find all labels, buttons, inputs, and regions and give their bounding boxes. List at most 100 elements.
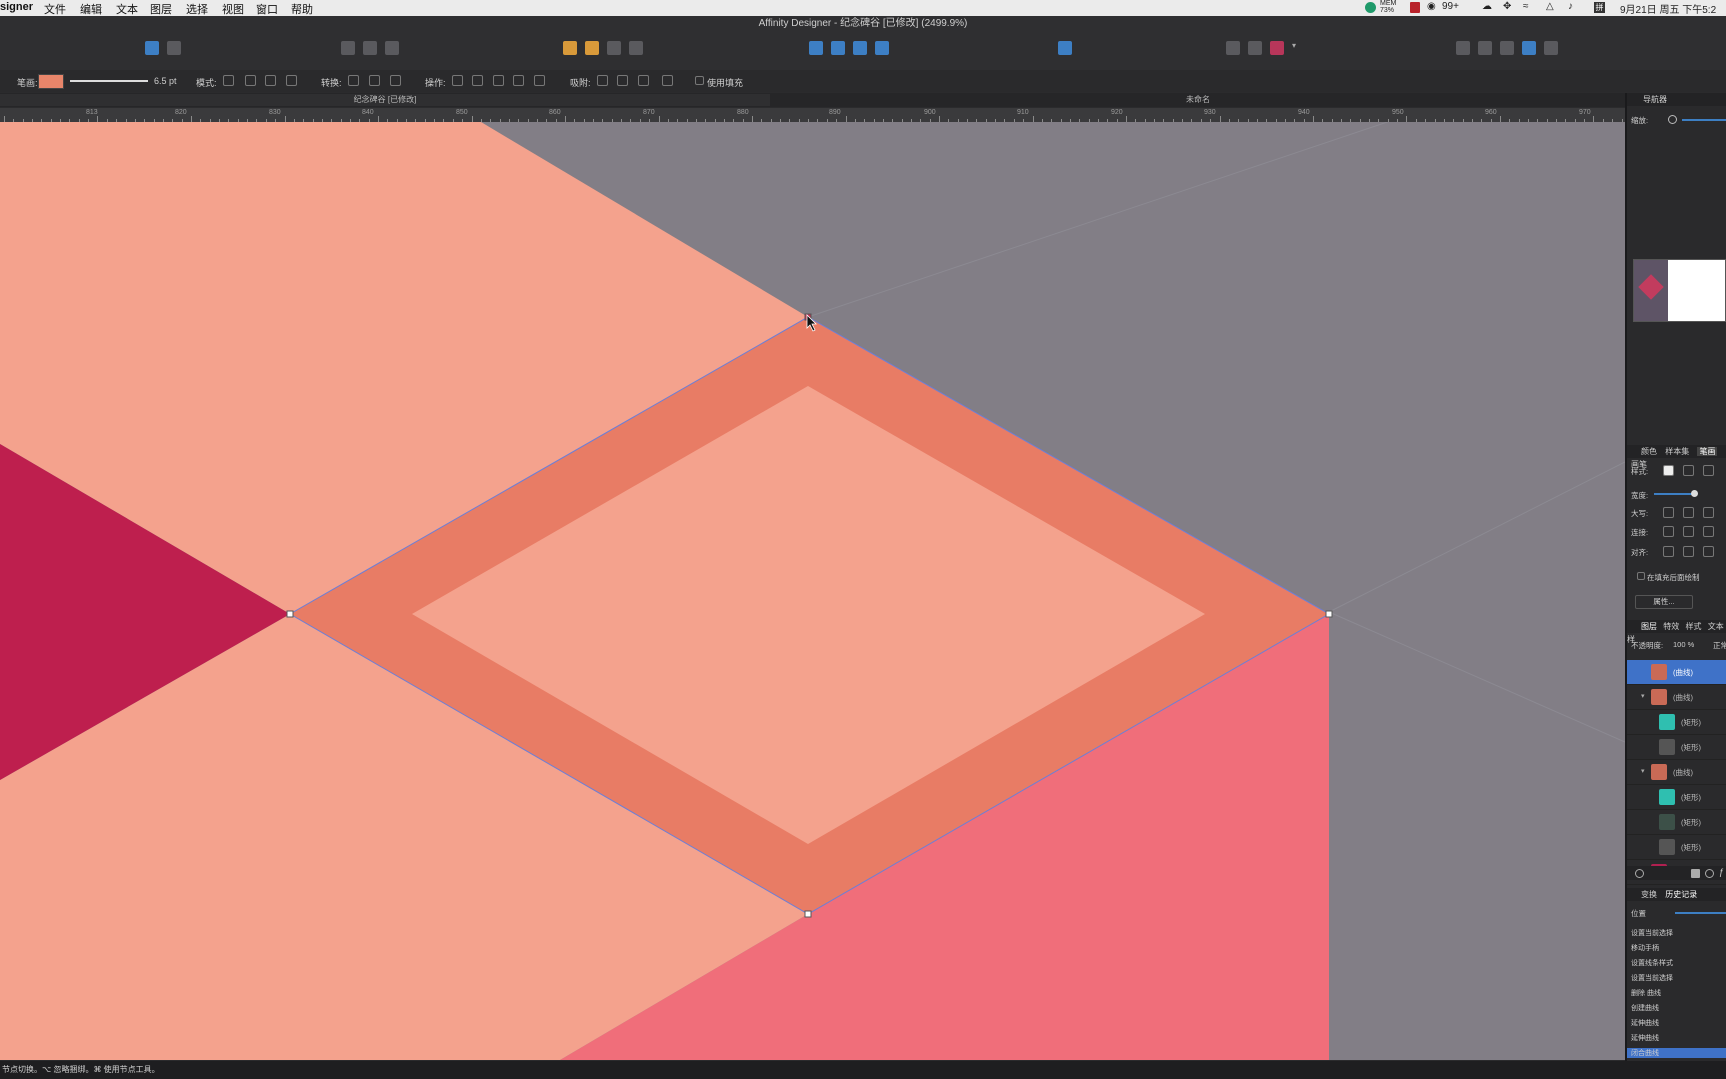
history-item[interactable]: 延伸曲线 — [1631, 1033, 1659, 1043]
opacity-value[interactable]: 100 % — [1673, 640, 1694, 649]
menu-edit[interactable]: 编辑 — [80, 1, 102, 17]
boolean-add-icon[interactable] — [1456, 41, 1470, 55]
layer-row[interactable]: ▾ (曲线) — [1627, 760, 1726, 785]
menu-file[interactable]: 文件 — [44, 1, 66, 17]
mode-smooth-icon[interactable] — [245, 75, 256, 86]
join-round-icon[interactable] — [1683, 526, 1694, 537]
properties-button[interactable]: 属性... — [1635, 595, 1693, 609]
cap-square-icon[interactable] — [1703, 507, 1714, 518]
view-mode-1-icon[interactable] — [341, 41, 355, 55]
convert-smart-icon[interactable] — [390, 75, 401, 86]
tab-layers[interactable]: 图层 — [1641, 622, 1657, 631]
tab-swatches[interactable]: 样本集 — [1665, 447, 1689, 456]
wechat-icon[interactable]: ◉ — [1427, 1, 1436, 12]
expand-icon[interactable]: ▾ — [1641, 767, 1645, 775]
tab-effects[interactable]: 特效 — [1663, 622, 1679, 631]
stroke-width-value[interactable]: 6.5 pt — [154, 76, 177, 86]
mode-line-icon[interactable] — [286, 75, 297, 86]
cloud-icon[interactable]: ☁ — [1482, 1, 1492, 12]
designer-persona-icon[interactable] — [145, 41, 159, 55]
menu-select[interactable]: 选择 — [186, 1, 208, 17]
style-none-icon[interactable] — [1663, 465, 1674, 476]
layer-row[interactable]: (曲线) — [1627, 660, 1726, 685]
width-slider-knob[interactable] — [1691, 490, 1698, 497]
history-item[interactable]: 删除 曲线 — [1631, 988, 1661, 998]
history-item[interactable]: 设置当前选择 — [1631, 928, 1673, 938]
action-smooth-icon[interactable] — [493, 75, 504, 86]
layer-row[interactable]: (矩形) — [1627, 835, 1726, 860]
action-reverse-icon[interactable] — [534, 75, 545, 86]
history-item[interactable]: 设置当前选择 — [1631, 973, 1673, 983]
expand-icon[interactable]: ▾ — [1641, 692, 1645, 700]
flip-horizontal-icon[interactable] — [809, 41, 823, 55]
layer-row[interactable]: (矩形) — [1627, 810, 1726, 835]
style-dashed-icon[interactable] — [1703, 465, 1714, 476]
history-item[interactable]: 延伸曲线 — [1631, 1018, 1659, 1028]
red-app-icon[interactable] — [1410, 2, 1420, 13]
tab-stroke[interactable]: 笔画 — [1697, 447, 1718, 456]
snap-4-icon[interactable] — [662, 75, 673, 86]
flip-vertical-icon[interactable] — [831, 41, 845, 55]
input-method-icon[interactable]: 拼 — [1594, 2, 1605, 13]
layer-row[interactable]: (矩形) — [1627, 735, 1726, 760]
snap-3-icon[interactable] — [638, 75, 649, 86]
draw-behind-checkbox[interactable] — [1637, 572, 1645, 580]
align-icon[interactable] — [1058, 41, 1072, 55]
clock[interactable]: 9月21日 周五 下午5:2 — [1620, 1, 1716, 16]
plus-icon[interactable]: ✥ — [1503, 1, 1511, 12]
arrange-front-icon[interactable] — [629, 41, 643, 55]
arrange-forward-icon[interactable] — [607, 41, 621, 55]
menu-text[interactable]: 文本 — [116, 1, 138, 17]
menu-window[interactable]: 窗口 — [256, 1, 278, 17]
action-break-icon[interactable] — [452, 75, 463, 86]
layer-row[interactable]: (矩形) — [1627, 710, 1726, 735]
volume-icon[interactable]: ♪ — [1568, 1, 1573, 12]
tab-color[interactable]: 颜色 — [1641, 447, 1657, 456]
navigator-preview[interactable] — [1633, 259, 1726, 322]
cap-butt-icon[interactable] — [1663, 507, 1674, 518]
join-bevel-icon[interactable] — [1703, 526, 1714, 537]
arrange-backward-icon[interactable] — [585, 41, 599, 55]
stroke-width-slider[interactable] — [70, 80, 148, 82]
menu-help[interactable]: 帮助 — [291, 1, 313, 17]
adjustment-icon[interactable] — [1705, 869, 1714, 878]
zoom-slider[interactable] — [1682, 119, 1726, 121]
node-handle-right[interactable] — [1325, 610, 1333, 618]
history-item[interactable]: 创建曲线 — [1631, 1003, 1659, 1013]
status-app-icon[interactable] — [1365, 2, 1376, 13]
zoom-out-icon[interactable] — [1668, 115, 1677, 124]
use-fill-checkbox[interactable] — [695, 76, 704, 85]
join-miter-icon[interactable] — [1663, 526, 1674, 537]
mode-sharp-icon[interactable] — [223, 75, 234, 86]
tab-styles[interactable]: 样式 — [1685, 622, 1701, 631]
memory-indicator[interactable]: MEM 73% — [1380, 0, 1396, 14]
align-center-icon[interactable] — [1683, 546, 1694, 557]
pixel-persona-icon[interactable] — [167, 41, 181, 55]
history-position-slider[interactable] — [1675, 912, 1726, 914]
tab-history[interactable]: 历史记录 — [1665, 890, 1697, 899]
rotate-left-icon[interactable] — [853, 41, 867, 55]
tab-transform[interactable]: 变换 — [1641, 890, 1657, 899]
airplay-icon[interactable]: △ — [1546, 1, 1554, 12]
tab-document-2[interactable]: 未命名 — [771, 94, 1625, 106]
boolean-subtract-icon[interactable] — [1478, 41, 1492, 55]
stroke-color-swatch[interactable] — [38, 74, 64, 89]
grid-icon[interactable] — [1226, 41, 1240, 55]
layer-row[interactable]: (矩形) — [1627, 785, 1726, 810]
snapping-magnet-icon[interactable] — [1270, 41, 1284, 55]
style-solid-icon[interactable] — [1683, 465, 1694, 476]
app-menu[interactable]: signer — [0, 1, 33, 13]
arrange-back-icon[interactable] — [563, 41, 577, 55]
node-handle-left[interactable] — [286, 610, 294, 618]
cap-round-icon[interactable] — [1683, 507, 1694, 518]
snapping-dropdown-icon[interactable]: ▾ — [1292, 41, 1298, 55]
boolean-intersect-icon[interactable] — [1500, 41, 1514, 55]
layer-settings-icon[interactable] — [1635, 869, 1644, 878]
mode-smart-icon[interactable] — [265, 75, 276, 86]
history-item[interactable]: 设置线条样式 — [1631, 958, 1673, 968]
view-mode-2-icon[interactable] — [363, 41, 377, 55]
wifi-icon[interactable]: ≈ — [1523, 1, 1529, 12]
tab-document-1[interactable]: 纪念碑谷 [已修改] — [0, 94, 770, 106]
fx-icon[interactable]: ƒ — [1719, 867, 1724, 877]
action-close-icon[interactable] — [472, 75, 483, 86]
